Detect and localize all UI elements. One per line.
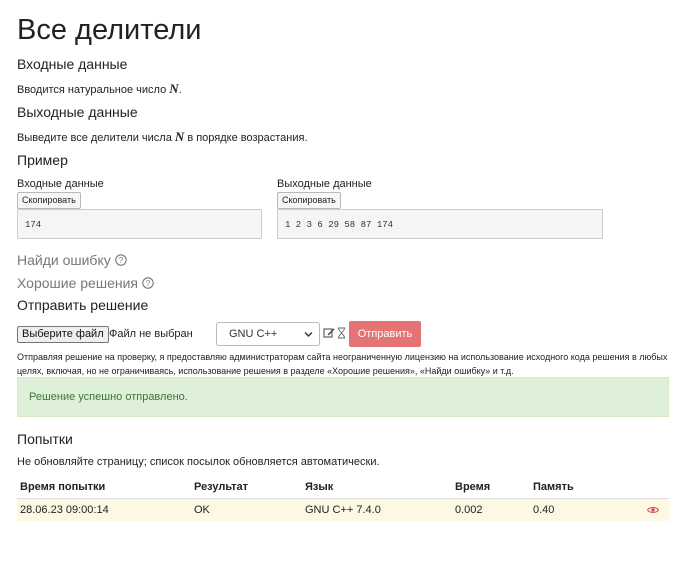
column-header-attempt-time: Время попытки — [17, 476, 191, 499]
table-row[interactable]: 28.06.23 09:00:14 OK GNU C++ 7.4.0 0.002… — [17, 498, 669, 521]
eye-icon[interactable] — [646, 506, 659, 514]
column-header-result: Результат — [191, 476, 302, 499]
file-status: Файл не выбран — [109, 328, 193, 340]
attempts-note: Не обновляйте страницу; список посылок о… — [17, 456, 380, 468]
cell-runtime: 0.002 — [452, 498, 530, 521]
good-solutions-label: Хорошие решения — [17, 275, 138, 291]
cell-attempt-time: 28.06.23 09:00:14 — [17, 498, 191, 521]
example-output-label: Выходные данные — [277, 178, 372, 190]
column-header-actions — [633, 476, 669, 499]
cell-result: OK — [191, 498, 302, 521]
attempts-table: Время попытки Результат Язык Время Памят… — [17, 476, 669, 521]
example-input-box: 174 — [17, 209, 262, 239]
output-description: Выведите все делители числа N в порядке … — [17, 129, 308, 145]
find-error-link[interactable]: Найди ошибку ? — [17, 252, 127, 268]
example-input-label: Входные данные — [17, 178, 104, 190]
cell-memory: 0.40 — [530, 498, 633, 521]
find-error-label: Найди ошибку — [17, 252, 111, 268]
language-selected: GNU C++ — [229, 328, 278, 340]
success-message: Решение успешно отправлено. — [29, 391, 188, 403]
cell-actions — [633, 498, 669, 521]
help-circle-icon[interactable]: ? — [114, 254, 127, 266]
attempts-heading: Попытки — [17, 431, 73, 447]
output-heading: Выходные данные — [17, 104, 138, 120]
output-variable: N — [174, 129, 185, 144]
license-line-2: целях, включая, но не ограничиваясь, исп… — [17, 366, 514, 376]
license-notice: Отправляя решение на проверку, я предост… — [17, 350, 667, 378]
submit-button[interactable]: Отправить — [349, 321, 421, 347]
cell-language: GNU C++ 7.4.0 — [302, 498, 452, 521]
input-text-after: . — [178, 84, 182, 96]
input-heading: Входные данные — [17, 56, 128, 72]
output-text-after: в порядке возрастания. — [184, 132, 308, 144]
table-header-row: Время попытки Результат Язык Время Памят… — [17, 476, 669, 499]
copy-output-button[interactable]: Скопировать — [277, 192, 341, 209]
input-variable: N — [169, 81, 179, 96]
output-text-before: Выведите все делители числа — [17, 132, 175, 144]
copy-input-button[interactable]: Скопировать — [17, 192, 81, 209]
success-alert: Решение успешно отправлено. — [17, 377, 669, 417]
column-header-language: Язык — [302, 476, 452, 499]
svg-text:?: ? — [119, 256, 124, 265]
example-output-box: 1 2 3 6 29 58 87 174 — [277, 209, 603, 239]
svg-text:?: ? — [146, 279, 151, 288]
chevron-down-icon — [304, 332, 313, 337]
hourglass-icon — [338, 327, 345, 339]
submit-heading: Отправить решение — [17, 297, 149, 313]
help-circle-icon[interactable]: ? — [142, 277, 154, 289]
example-heading: Пример — [17, 152, 68, 168]
column-header-runtime: Время — [452, 476, 530, 499]
input-description: Вводится натуральное число N. — [17, 81, 182, 97]
license-line-1: Отправляя решение на проверку, я предост… — [17, 352, 668, 362]
page-title: Все делители — [17, 14, 202, 46]
column-header-memory: Память — [530, 476, 633, 499]
good-solutions-link[interactable]: Хорошие решения ? — [17, 275, 154, 291]
edit-icon[interactable] — [323, 327, 335, 339]
language-select[interactable]: GNU C++ — [216, 322, 320, 346]
choose-file-button[interactable]: Выберите файл — [17, 326, 109, 343]
input-text-before: Вводится натуральное число — [17, 84, 170, 96]
